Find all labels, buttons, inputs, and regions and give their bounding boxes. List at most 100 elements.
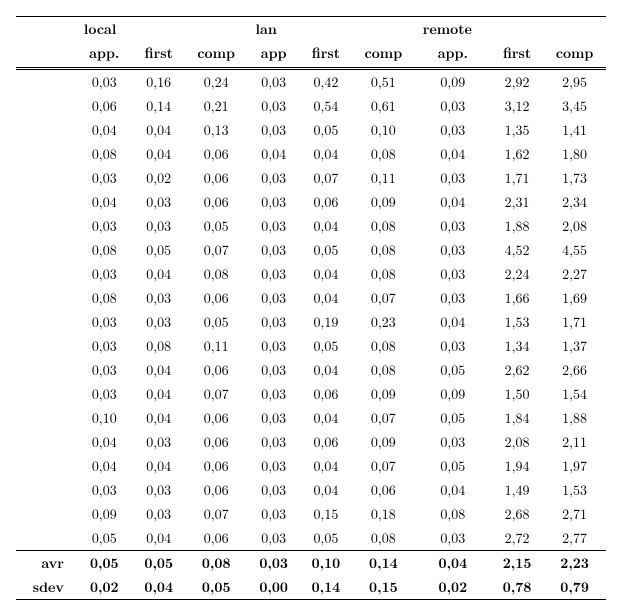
data-cell: [16, 382, 76, 406]
data-cell: 0,78: [491, 575, 543, 600]
table-row: 0,050,040,060,030,050,080,032,722,77: [16, 526, 606, 551]
data-cell: 0,03: [76, 262, 133, 286]
data-cell: 2,92: [491, 69, 543, 95]
data-cell: sdev: [16, 575, 76, 600]
data-cell: 0,08: [352, 262, 415, 286]
data-cell: 1,62: [491, 142, 543, 166]
data-cell: 0,05: [76, 551, 133, 576]
data-cell: 0,09: [352, 190, 415, 214]
data-cell: 0,04: [133, 118, 185, 142]
data-cell: 3,12: [491, 94, 543, 118]
data-cell: [16, 262, 76, 286]
data-cell: 0,04: [300, 406, 352, 430]
data-cell: 0,08: [76, 142, 133, 166]
data-cell: 0,03: [248, 214, 300, 238]
data-cell: 0,05: [415, 406, 491, 430]
data-cell: 2,72: [491, 526, 543, 551]
data-cell: 1,49: [491, 478, 543, 502]
data-cell: 0,03: [415, 334, 491, 358]
data-cell: 0,04: [76, 454, 133, 478]
data-cell: 2,31: [491, 190, 543, 214]
data-cell: [16, 334, 76, 358]
table-row: 0,040,030,060,030,060,090,042,312,34: [16, 190, 606, 214]
data-cell: [16, 166, 76, 190]
data-cell: [16, 94, 76, 118]
data-cell: 0,05: [185, 575, 248, 600]
data-cell: 0,03: [248, 454, 300, 478]
data-cell: 0,08: [352, 214, 415, 238]
data-cell: 1,53: [491, 310, 543, 334]
data-cell: 0,04: [300, 262, 352, 286]
data-cell: 0,08: [352, 526, 415, 551]
data-cell: 0,03: [248, 286, 300, 310]
data-cell: 0,05: [185, 310, 248, 334]
data-cell: 0,06: [300, 430, 352, 454]
data-cell: 0,03: [133, 190, 185, 214]
data-cell: 4,52: [491, 238, 543, 262]
data-cell: 0,08: [76, 286, 133, 310]
data-cell: 1,41: [543, 118, 606, 142]
data-cell: 0,23: [352, 310, 415, 334]
data-cell: 0,06: [300, 382, 352, 406]
data-cell: 1,71: [491, 166, 543, 190]
data-cell: 1,88: [491, 214, 543, 238]
data-cell: 0,04: [76, 190, 133, 214]
data-cell: 0,04: [133, 406, 185, 430]
data-cell: 1,84: [491, 406, 543, 430]
data-cell: 0,06: [185, 478, 248, 502]
table-row: 0,100,040,060,030,040,070,051,841,88: [16, 406, 606, 430]
data-cell: 1,71: [543, 310, 606, 334]
data-cell: 0,08: [352, 334, 415, 358]
data-cell: 0,05: [185, 214, 248, 238]
table-row: 0,030,040,060,030,040,080,052,622,66: [16, 358, 606, 382]
data-cell: 0,04: [133, 358, 185, 382]
data-cell: 0,07: [185, 502, 248, 526]
header-cell: comp: [185, 41, 248, 69]
data-cell: 1,50: [491, 382, 543, 406]
data-cell: 0,10: [352, 118, 415, 142]
data-cell: 0,03: [415, 94, 491, 118]
data-cell: 0,05: [415, 358, 491, 382]
data-cell: 0,03: [248, 358, 300, 382]
data-cell: 0,04: [76, 118, 133, 142]
data-cell: 4,55: [543, 238, 606, 262]
data-cell: 0,05: [300, 238, 352, 262]
data-cell: 0,05: [133, 238, 185, 262]
data-cell: 0,11: [185, 334, 248, 358]
data-cell: [16, 286, 76, 310]
data-cell: 1,69: [543, 286, 606, 310]
data-cell: [16, 358, 76, 382]
data-cell: 0,04: [133, 382, 185, 406]
data-cell: 0,14: [352, 551, 415, 576]
data-cell: 0,04: [300, 358, 352, 382]
data-cell: 0,04: [133, 142, 185, 166]
data-cell: 0,15: [352, 575, 415, 600]
data-cell: 0,19: [300, 310, 352, 334]
data-cell: 0,79: [543, 575, 606, 600]
data-cell: 0,03: [415, 166, 491, 190]
data-cell: 1,73: [543, 166, 606, 190]
data-cell: 0,08: [133, 334, 185, 358]
data-cell: 0,14: [133, 94, 185, 118]
header-row-1: locallanremote: [16, 17, 606, 42]
data-cell: 0,03: [248, 430, 300, 454]
data-cell: [16, 430, 76, 454]
table-row: 0,040,030,060,030,060,090,032,082,11: [16, 430, 606, 454]
data-cell: 0,04: [133, 454, 185, 478]
data-cell: 0,10: [76, 406, 133, 430]
data-cell: 0,03: [133, 214, 185, 238]
data-cell: 0,05: [415, 454, 491, 478]
data-cell: 0,03: [415, 526, 491, 551]
data-cell: 0,07: [300, 166, 352, 190]
data-cell: 0,03: [415, 286, 491, 310]
data-cell: [16, 214, 76, 238]
data-cell: 0,04: [300, 454, 352, 478]
data-cell: 0,03: [133, 310, 185, 334]
data-cell: 0,04: [300, 286, 352, 310]
data-cell: 0,09: [352, 430, 415, 454]
data-cell: 0,03: [415, 262, 491, 286]
table-row: 0,030,020,060,030,070,110,031,711,73: [16, 166, 606, 190]
data-cell: 0,42: [300, 69, 352, 95]
data-cell: 2,24: [491, 262, 543, 286]
table-row: 0,080,040,060,040,040,080,041,621,80: [16, 142, 606, 166]
